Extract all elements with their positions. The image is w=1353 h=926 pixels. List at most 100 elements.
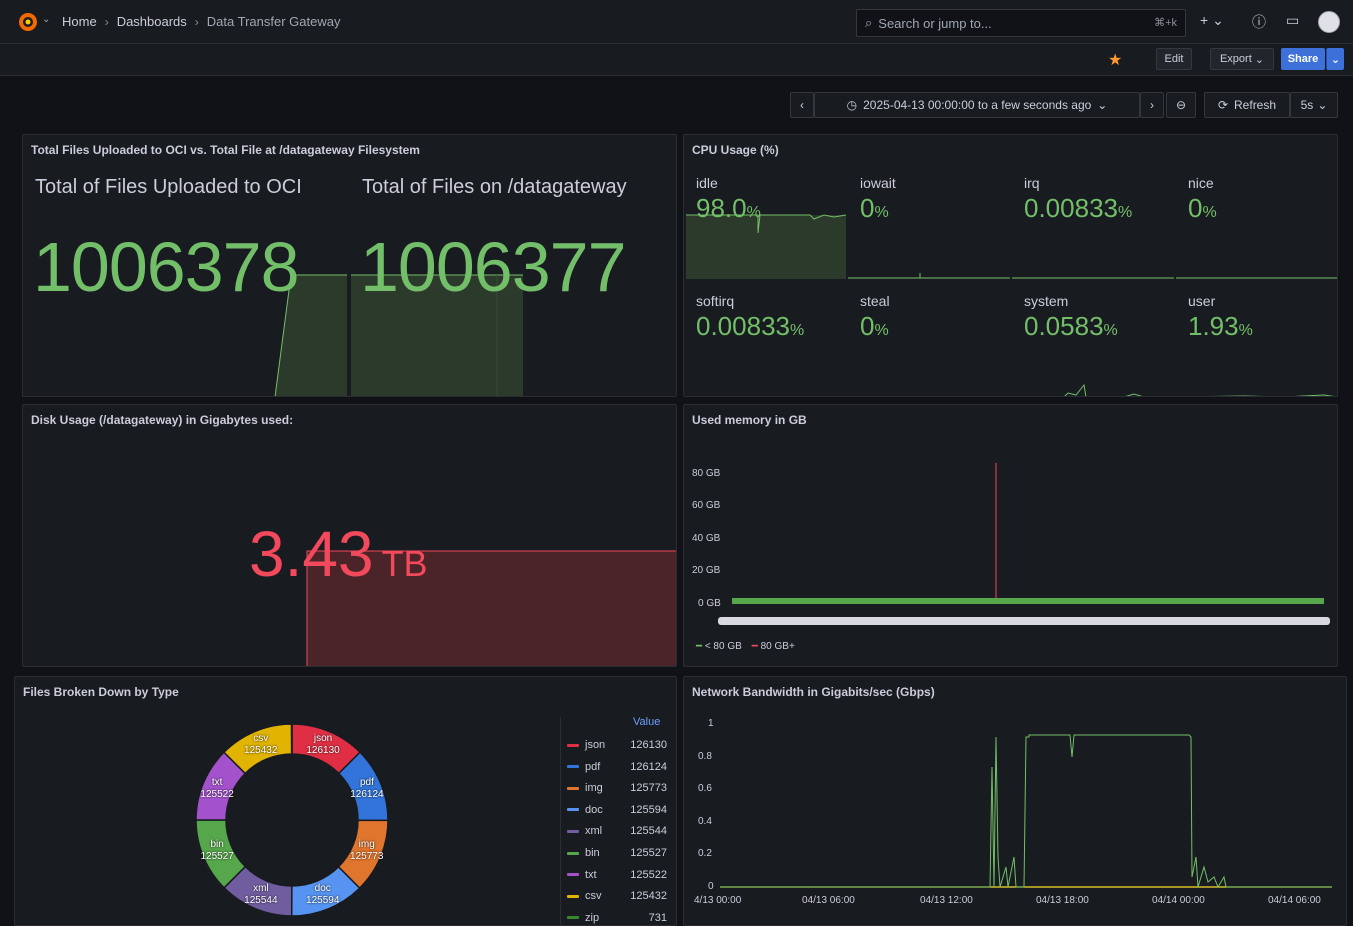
legend-item-bin[interactable]: bin 125527 <box>567 847 667 859</box>
chevron-right-icon: › <box>105 15 109 29</box>
cpu-unit: % <box>1239 322 1253 339</box>
share-dropdown-button[interactable]: ⌄ <box>1326 48 1344 70</box>
legend-label: 80 GB+ <box>761 641 795 652</box>
panel-files-uploaded[interactable]: Total Files Uploaded to OCI vs. Total Fi… <box>22 134 677 397</box>
cpu-iowait-number: 0 <box>860 193 874 223</box>
cpu-softirq-label: softirq <box>696 293 734 309</box>
legend-value: 125594 <box>630 804 667 816</box>
cpu-steal-label: steal <box>860 293 890 309</box>
legend-value-header[interactable]: Value <box>633 716 660 728</box>
memory-legend: ━ < 80 GB ━ 80 GB+ <box>696 641 795 652</box>
uploaded-value: 1006378 <box>33 227 299 307</box>
cpu-unit: % <box>790 322 804 339</box>
search-input[interactable]: ⌕ Search or jump to... ⌘+k <box>856 9 1186 37</box>
donut-label-pdf: pdf 126124 <box>343 777 391 801</box>
breadcrumb-dashboards[interactable]: Dashboards <box>117 14 187 29</box>
breadcrumb-current[interactable]: Data Transfer Gateway <box>207 14 341 29</box>
time-range-label: 2025-04-13 00:00:00 to a few seconds ago <box>863 98 1091 112</box>
legend-value: 125527 <box>630 847 667 859</box>
legend-item-csv[interactable]: csv125432 <box>567 890 667 902</box>
top-nav-bar: ⌄ Home › Dashboards › Data Transfer Gate… <box>0 0 1353 44</box>
avatar[interactable] <box>1318 11 1340 33</box>
export-label: Export <box>1220 53 1252 65</box>
cpu-unit: % <box>1202 204 1216 221</box>
legend-label: bin <box>585 847 600 859</box>
export-button[interactable]: Export ⌄ <box>1210 48 1274 70</box>
legend-item-json[interactable]: json126130 <box>567 739 667 751</box>
legend-label: doc <box>585 804 603 816</box>
news-icon[interactable]: ▭ <box>1286 12 1299 29</box>
grafana-logo-icon[interactable] <box>16 10 40 34</box>
legend-label: img <box>585 782 603 794</box>
cpu-idle-label: idle <box>696 175 718 191</box>
legend-swatch <box>567 830 579 833</box>
disk-value: 3.43TB <box>249 517 428 591</box>
legend-swatch <box>567 916 579 919</box>
legend-label: zip <box>585 912 599 924</box>
search-icon: ⌕ <box>865 15 872 31</box>
uploaded-label: Total of Files Uploaded to OCI <box>35 175 325 200</box>
cpu-system-value: 0.0583% <box>1024 311 1118 342</box>
cpu-softirq-value: 0.00833% <box>696 311 804 342</box>
share-button[interactable]: Share <box>1281 48 1325 70</box>
cpu-unit: % <box>874 322 888 339</box>
legend-item[interactable]: ━ < 80 GB <box>696 641 742 652</box>
cpu-user-label: user <box>1188 293 1215 309</box>
panel-files-by-type[interactable]: Files Broken Down by Type json 126130pdf… <box>14 676 677 926</box>
legend-item-pdf[interactable]: pdf126124 <box>567 761 667 773</box>
cpu-steal-number: 0 <box>860 311 874 341</box>
legend-value: 125544 <box>630 825 667 837</box>
legend-value: 126130 <box>630 739 667 751</box>
time-back-button[interactable]: ‹ <box>790 92 814 118</box>
cpu-unit: % <box>874 204 888 221</box>
time-range-picker[interactable]: ◷ 2025-04-13 00:00:00 to a few seconds a… <box>814 92 1140 118</box>
edit-button[interactable]: Edit <box>1156 48 1192 70</box>
cpu-steal-value: 0% <box>860 311 889 342</box>
refresh-icon: ⟳ <box>1218 98 1228 112</box>
legend-swatch <box>567 744 579 747</box>
panel-used-memory[interactable]: Used memory in GB 80 GB 60 GB 40 GB 20 G… <box>683 404 1338 667</box>
breadcrumb-home[interactable]: Home <box>62 14 97 29</box>
cpu-iowait-value: 0% <box>860 193 889 224</box>
cpu-unit: % <box>1118 204 1132 221</box>
legend-item-txt[interactable]: txt 125522 <box>567 869 667 881</box>
network-chart <box>684 677 1347 926</box>
chevron-right-icon: › <box>195 15 199 29</box>
panel-cpu-usage[interactable]: CPU Usage (%) idle 98.0% iowait 0% irq 0… <box>683 134 1338 397</box>
legend-item[interactable]: ━ 80 GB+ <box>752 641 795 652</box>
panel-network-bandwidth[interactable]: Network Bandwidth in Gigabits/sec (Gbps)… <box>683 676 1347 926</box>
help-icon[interactable]: ⓘ <box>1252 12 1266 32</box>
refresh-interval-select[interactable]: 5s ⌄ <box>1290 92 1338 118</box>
legend-item-xml[interactable]: xml 125544 <box>567 825 667 837</box>
panel-disk-usage[interactable]: Disk Usage (/datagateway) in Gigabytes u… <box>22 404 677 667</box>
legend-value: 125522 <box>630 869 667 881</box>
refresh-button[interactable]: ⟳ Refresh <box>1204 92 1290 118</box>
clock-icon: ◷ <box>847 98 857 112</box>
cpu-unit: % <box>1104 322 1118 339</box>
legend-item-img[interactable]: img 125773 <box>567 782 667 794</box>
legend-label: < 80 GB <box>705 641 742 652</box>
search-placeholder: Search or jump to... <box>878 16 991 31</box>
legend-value: 126124 <box>630 761 667 773</box>
legend-item-doc[interactable]: doc 125594 <box>567 804 667 816</box>
cpu-idle-number: 98.0 <box>696 193 747 223</box>
legend-swatch <box>567 895 579 898</box>
time-forward-button[interactable]: › <box>1140 92 1164 118</box>
dashboard-toolbar <box>0 44 1353 76</box>
zoom-out-icon[interactable]: ⊖ <box>1166 92 1196 118</box>
refresh-interval-value: 5s <box>1301 98 1314 112</box>
cpu-nice-number: 0 <box>1188 193 1202 223</box>
plus-icon[interactable]: + ⌄ <box>1200 12 1224 29</box>
legend-label: txt <box>585 869 597 881</box>
legend-value: 125432 <box>630 890 667 902</box>
legend-item-zip[interactable]: zip731 <box>567 912 667 924</box>
star-icon[interactable]: ★ <box>1108 50 1122 70</box>
donut-label-json: json 126130 <box>299 733 347 757</box>
donut-label-bin: bin 125527 <box>193 839 241 863</box>
legend-label: xml <box>585 825 602 837</box>
chevron-down-icon[interactable]: ⌄ <box>42 14 50 25</box>
refresh-label: Refresh <box>1234 98 1276 112</box>
memory-chart <box>684 405 1338 667</box>
legend-swatch <box>567 852 579 855</box>
legend-value: 125773 <box>630 782 667 794</box>
